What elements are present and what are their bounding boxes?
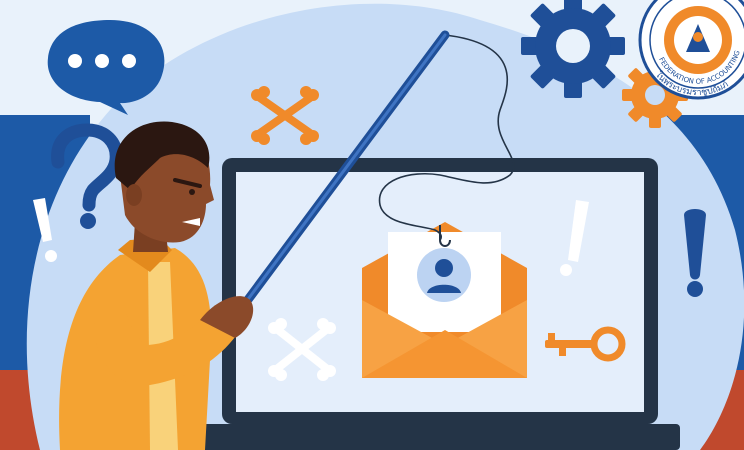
laptop-base: [200, 424, 680, 450]
user-avatar-icon: [417, 248, 471, 302]
illustration-canvas: FEDERATION OF ACCOUNTING PROFESSIONS ในพ…: [0, 0, 744, 450]
phishing-illustration: FEDERATION OF ACCOUNTING PROFESSIONS ในพ…: [0, 0, 744, 450]
